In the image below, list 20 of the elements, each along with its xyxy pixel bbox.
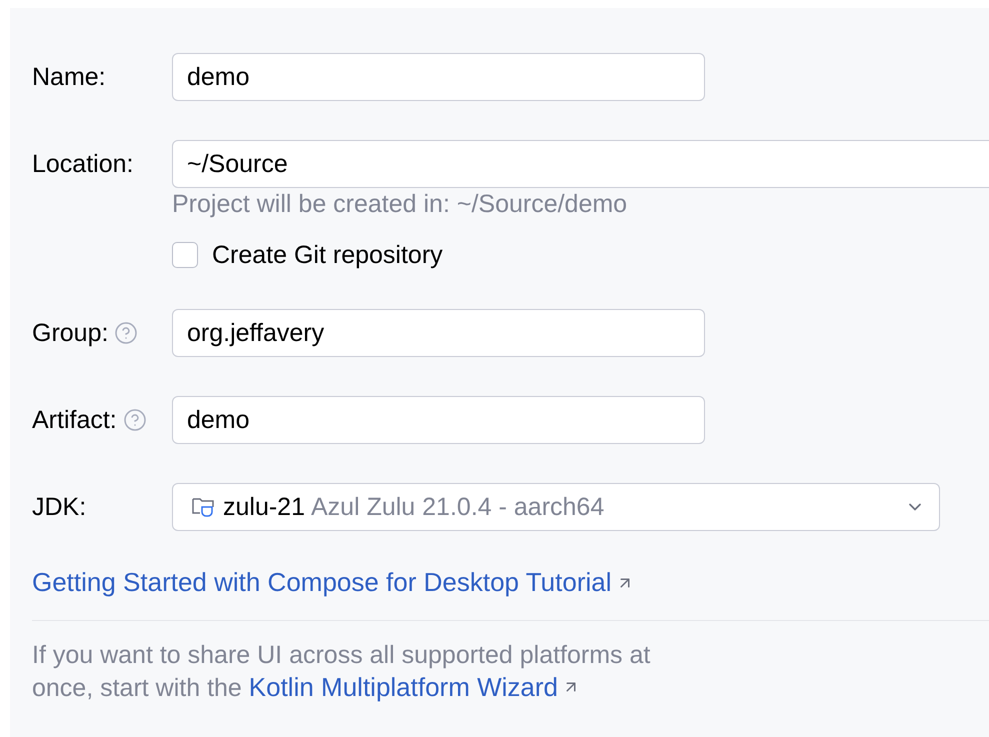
input-field[interactable]: demo xyxy=(172,53,705,101)
checkbox[interactable] xyxy=(172,242,198,268)
input-field[interactable]: ~/Source xyxy=(172,140,989,188)
dropdown-detail: Azul Zulu 21.0.4 - aarch64 xyxy=(311,492,606,522)
tutorial-link[interactable]: Getting Started with Compose for Desktop Tutorial xyxy=(32,567,634,598)
input-field[interactable]: demo xyxy=(172,396,705,444)
field-label: Location: xyxy=(32,150,134,178)
dropdown-value: zulu-21 xyxy=(223,492,305,522)
note-text: If you want to share UI across all supported platforms at once, start with the Kotlin Multiplatform Wizard xyxy=(32,640,652,704)
field-label: Artifact: xyxy=(32,406,117,434)
jdk-dropdown[interactable]: zulu-21 Azul Zulu 21.0.4 - aarch64 xyxy=(172,483,940,531)
wizard-link[interactable]: Kotlin Multiplatform Wizard xyxy=(248,671,580,703)
hint-text: Project will be created in: ~/Source/demo xyxy=(172,190,628,219)
field-label: Group: xyxy=(32,318,108,348)
checkbox-label[interactable]: Create Git repository xyxy=(212,240,443,270)
field-label: JDK: xyxy=(32,492,86,522)
input-field[interactable]: org.jeffavery xyxy=(172,309,705,357)
help-icon[interactable] xyxy=(122,408,147,432)
help-icon[interactable] xyxy=(114,321,138,345)
field-label: Name: xyxy=(32,62,106,92)
